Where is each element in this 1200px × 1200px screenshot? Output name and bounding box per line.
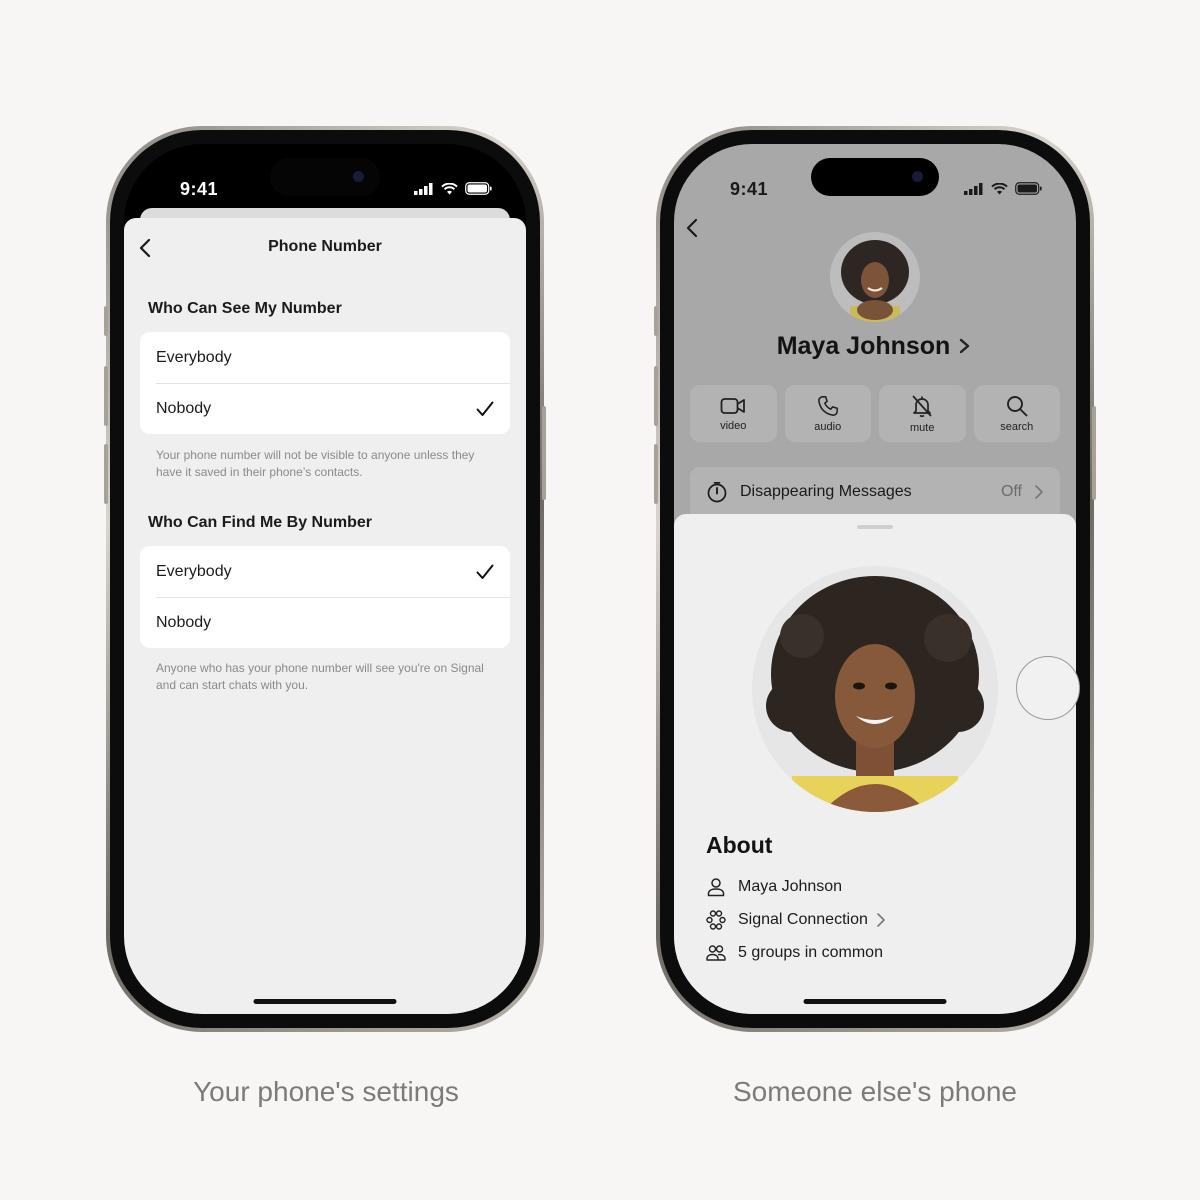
left-phone-frame: 9:41 Phone Number Who Can See My Number … <box>104 126 546 1032</box>
action-button <box>654 306 658 336</box>
touch-indicator <box>1016 656 1080 720</box>
action-label: audio <box>814 420 842 433</box>
signal-connection-icon <box>706 910 726 930</box>
search-button[interactable]: search <box>973 385 1060 442</box>
volume-up-button <box>654 366 658 426</box>
option-see-everybody[interactable]: Everybody <box>140 332 510 383</box>
right-screen: 9:41 Maya Johnson video audio mute searc… <box>674 144 1076 1014</box>
option-label: Nobody <box>156 613 212 631</box>
about-item-label: 5 groups in common <box>738 944 883 961</box>
about-item-name: Maya Johnson <box>706 877 842 897</box>
status-bar: 9:41 <box>674 144 1076 216</box>
about-sheet: About Maya Johnson Signal Connection 5 g… <box>674 514 1076 1014</box>
about-item-groups: 5 groups in common <box>706 943 883 963</box>
cellular-signal-icon <box>414 182 433 195</box>
disappearing-messages-label: Disappearing Messages <box>740 483 912 500</box>
section-title-find-by-number: Who Can Find Me By Number <box>148 514 372 531</box>
volume-down-button <box>654 444 658 504</box>
chevron-right-icon <box>960 338 970 354</box>
bell-slash-icon <box>912 394 932 417</box>
contact-avatar-small[interactable] <box>830 232 920 322</box>
dynamic-island <box>270 158 380 196</box>
back-button[interactable] <box>680 214 706 242</box>
about-item-signal-connection[interactable]: Signal Connection <box>706 910 886 930</box>
person-icon <box>707 878 725 897</box>
camera-icon <box>912 171 923 182</box>
group-icon <box>706 945 726 961</box>
battery-icon <box>1015 182 1042 195</box>
option-find-everybody[interactable]: Everybody <box>140 546 510 597</box>
find-by-number-footnote: Anyone who has your phone number will se… <box>156 661 484 692</box>
action-label: search <box>1000 420 1034 433</box>
dynamic-island <box>811 158 939 196</box>
left-screen: 9:41 Phone Number Who Can See My Number … <box>124 144 526 1014</box>
audio-call-button[interactable]: audio <box>784 385 871 442</box>
contact-name-text: Maya Johnson <box>776 332 951 360</box>
about-item-label: Maya Johnson <box>738 878 843 895</box>
contact-photo <box>752 566 998 812</box>
phone-number-sheet: Phone Number Who Can See My Number Every… <box>124 218 526 1014</box>
caption-left: Your phone's settings <box>193 1076 459 1107</box>
battery-icon <box>465 182 492 195</box>
contact-name[interactable]: Maya Johnson <box>674 332 1076 361</box>
checkmark-icon <box>476 401 494 416</box>
power-button <box>1092 406 1096 500</box>
status-time: 9:41 <box>730 179 769 199</box>
contact-photo <box>830 232 920 322</box>
checkmark-icon <box>476 564 494 579</box>
power-button <box>542 406 546 500</box>
page-title: Phone Number <box>268 238 382 255</box>
chevron-right-icon <box>1035 485 1043 499</box>
volume-up-button <box>104 366 108 426</box>
about-title: About <box>706 832 773 858</box>
phone-icon <box>817 395 838 416</box>
option-label: Everybody <box>156 562 232 580</box>
action-label: mute <box>910 421 935 434</box>
video-call-button[interactable]: video <box>690 385 777 442</box>
about-item-label: Signal Connection <box>738 911 868 928</box>
action-button <box>104 306 108 336</box>
wifi-icon <box>441 182 458 194</box>
caption-right: Someone else's phone <box>733 1076 1017 1107</box>
volume-down-button <box>104 444 108 504</box>
section-title-see-number: Who Can See My Number <box>148 300 342 317</box>
contact-actions: video audio mute search <box>690 385 1060 442</box>
video-icon <box>720 397 746 414</box>
disappearing-messages-value: Off <box>1000 483 1022 500</box>
option-see-nobody[interactable]: Nobody <box>140 383 510 434</box>
search-icon <box>1006 395 1028 416</box>
see-number-options: Everybody Nobody <box>140 332 510 434</box>
timer-icon <box>707 481 727 503</box>
status-time: 9:41 <box>180 179 219 199</box>
disappearing-messages-row[interactable]: Disappearing Messages Off <box>690 467 1060 517</box>
home-indicator[interactable] <box>803 999 947 1004</box>
right-phone-frame: 9:41 Maya Johnson video audio mute searc… <box>654 126 1096 1032</box>
option-find-nobody[interactable]: Nobody <box>140 597 510 648</box>
mute-button[interactable]: mute <box>879 385 966 442</box>
wifi-icon <box>991 182 1008 194</box>
status-bar: 9:41 <box>124 144 526 216</box>
cellular-signal-icon <box>964 182 983 195</box>
home-indicator[interactable] <box>253 999 397 1004</box>
sheet-grabber[interactable] <box>857 525 893 529</box>
option-label: Everybody <box>156 348 232 366</box>
contact-avatar-large <box>752 566 998 812</box>
action-label: video <box>720 419 747 432</box>
find-by-number-options: Everybody Nobody <box>140 546 510 648</box>
chevron-right-icon <box>877 913 885 927</box>
camera-icon <box>353 171 364 182</box>
see-number-footnote: Your phone number will not be visible to… <box>156 448 475 479</box>
option-label: Nobody <box>156 399 212 417</box>
